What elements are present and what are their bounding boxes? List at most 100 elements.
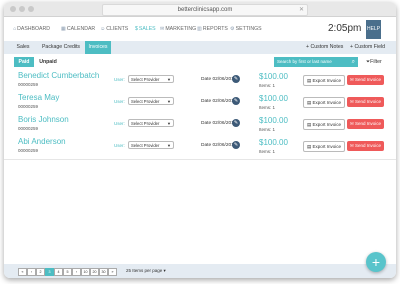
settings-icon: ⚙: [230, 26, 235, 32]
custom-field-button[interactable]: + Custom Field: [350, 43, 385, 52]
patient-name[interactable]: Boris Johnson: [18, 115, 69, 124]
send-invoice-button[interactable]: ✉ Send Invoice: [347, 97, 384, 107]
invoice-items: Items: 1: [259, 105, 275, 110]
envelope-icon: ✉: [349, 99, 354, 104]
search-placeholder: Search by first or last name: [277, 59, 332, 64]
edit-icon[interactable]: ✎: [232, 75, 240, 83]
export-invoice-button[interactable]: ▤ Export Invoice: [303, 141, 345, 152]
document-icon: ▤: [306, 144, 312, 149]
address-bar[interactable]: betterclinicsapp.com ✕: [102, 4, 308, 16]
provider-select[interactable]: Select Provider ▼: [128, 75, 174, 83]
send-invoice-button[interactable]: ✉ Send Invoice: [347, 119, 384, 129]
add-button[interactable]: +: [366, 252, 386, 272]
patient-name[interactable]: Abi Anderson: [18, 137, 66, 146]
tab-unpaid[interactable]: Unpaid: [37, 57, 59, 67]
nav-label: MARKETING: [165, 26, 197, 32]
tab-package-credits[interactable]: Package Credits: [38, 41, 84, 54]
clock-time: 2:05pm: [328, 23, 362, 34]
pagination-page[interactable]: 5: [63, 268, 72, 276]
chevron-down-icon: ▼: [167, 99, 171, 104]
pagination-page-current[interactable]: 3: [45, 268, 54, 276]
user-label: User:: [114, 77, 125, 82]
nav-reports[interactable]: ▥REPORTS: [197, 26, 228, 32]
send-invoice-button[interactable]: ✉ Send Invoice: [347, 75, 384, 85]
items-count: 1: [272, 127, 276, 132]
nav-marketing[interactable]: ✉MARKETING: [160, 26, 196, 32]
invoice-number: 00000259: [18, 126, 39, 131]
provider-value: Select Provider: [131, 99, 160, 104]
date-label: Date: [201, 121, 212, 126]
export-invoice-button[interactable]: ▤ Export Invoice: [303, 97, 345, 108]
nav-calendar[interactable]: ▦CALENDAR: [61, 26, 95, 32]
items-per-page-select[interactable]: 25 Items per page ▾: [126, 268, 166, 274]
close-icon[interactable]: ✕: [299, 5, 304, 15]
pagination-page[interactable]: 4: [54, 268, 63, 276]
edit-icon[interactable]: ✎: [232, 141, 240, 149]
export-label: Export Invoice: [312, 122, 342, 127]
nav-dashboard[interactable]: ⌂DASHBOARD: [13, 26, 50, 32]
marketing-icon: ✉: [160, 26, 165, 32]
export-label: Export Invoice: [312, 144, 342, 149]
filter-button[interactable]: ⏷Filter: [366, 57, 382, 67]
browser-window: betterclinicsapp.com ✕ ⌂DASHBOARD ▦CALEN…: [4, 2, 396, 278]
invoice-row[interactable]: Abi Anderson 00000259 User: Select Provi…: [4, 135, 396, 160]
invoice-items: Items: 1: [259, 149, 275, 154]
chevron-down-icon: ▼: [167, 121, 171, 126]
pagination-prev[interactable]: ‹: [27, 268, 36, 276]
help-button[interactable]: HELP: [366, 20, 381, 39]
pagination-first[interactable]: «: [18, 268, 27, 276]
patient-name[interactable]: Teresa May: [18, 93, 59, 102]
provider-value: Select Provider: [131, 121, 160, 126]
tab-sales[interactable]: Sales: [12, 41, 34, 54]
invoice-number: 00000259: [18, 104, 39, 109]
user-label: User:: [114, 99, 125, 104]
items-label: Items:: [259, 149, 272, 154]
envelope-icon: ✉: [349, 77, 354, 82]
search-icon[interactable]: ⌕: [352, 57, 355, 67]
address-bar-url: betterclinicsapp.com: [177, 7, 233, 13]
date-label: Date: [201, 99, 212, 104]
window-close-button[interactable]: [10, 6, 16, 12]
envelope-icon: ✉: [349, 143, 354, 148]
nav-label: REPORTS: [202, 26, 228, 32]
send-invoice-button[interactable]: ✉ Send Invoice: [347, 141, 384, 151]
nav-label: CLIENTS: [106, 26, 129, 32]
tab-invoices[interactable]: Invoices: [85, 41, 111, 54]
custom-notes-button[interactable]: + Custom Notes: [306, 43, 343, 52]
nav-clients[interactable]: ☺CLIENTS: [100, 26, 128, 32]
provider-select[interactable]: Select Provider ▼: [128, 141, 174, 149]
pagination-page[interactable]: 20: [90, 268, 99, 276]
section-tabs: Sales Package Credits Invoices + Custom …: [4, 41, 396, 54]
tab-paid[interactable]: Paid: [14, 57, 34, 67]
pagination-last[interactable]: »: [108, 268, 117, 276]
provider-value: Select Provider: [131, 77, 160, 82]
nav-sales[interactable]: $SALES: [135, 26, 156, 32]
items-count: 1: [272, 105, 276, 110]
pagination-page[interactable]: 10: [81, 268, 90, 276]
export-label: Export Invoice: [312, 78, 342, 83]
chevron-down-icon: ▼: [167, 77, 171, 82]
invoice-number: 00000259: [18, 148, 39, 153]
window-minimize-button[interactable]: [19, 6, 25, 12]
invoice-amount: $100.00: [259, 72, 288, 81]
chevron-down-icon: ▼: [167, 143, 171, 148]
nav-label: SETTINGS: [235, 26, 262, 32]
export-invoice-button[interactable]: ▤ Export Invoice: [303, 75, 345, 86]
window-maximize-button[interactable]: [28, 6, 34, 12]
edit-icon[interactable]: ✎: [232, 119, 240, 127]
search-input[interactable]: Search by first or last name ⌕: [274, 57, 358, 67]
nav-label: CALENDAR: [66, 26, 96, 32]
provider-select[interactable]: Select Provider ▼: [128, 119, 174, 127]
export-invoice-button[interactable]: ▤ Export Invoice: [303, 119, 345, 130]
pagination-next[interactable]: ›: [72, 268, 81, 276]
provider-select[interactable]: Select Provider ▼: [128, 97, 174, 105]
provider-value: Select Provider: [131, 143, 160, 148]
nav-settings[interactable]: ⚙SETTINGS: [230, 26, 262, 32]
invoice-filter-bar: Paid Unpaid Search by first or last name…: [4, 55, 396, 69]
patient-name[interactable]: Benedict Cumberbatch: [18, 71, 99, 80]
edit-icon[interactable]: ✎: [232, 97, 240, 105]
pagination-page[interactable]: 30: [99, 268, 108, 276]
chevron-down-icon: ▾: [163, 268, 166, 273]
pagination-page[interactable]: 2: [36, 268, 45, 276]
send-label: Send Invoice: [355, 143, 382, 148]
